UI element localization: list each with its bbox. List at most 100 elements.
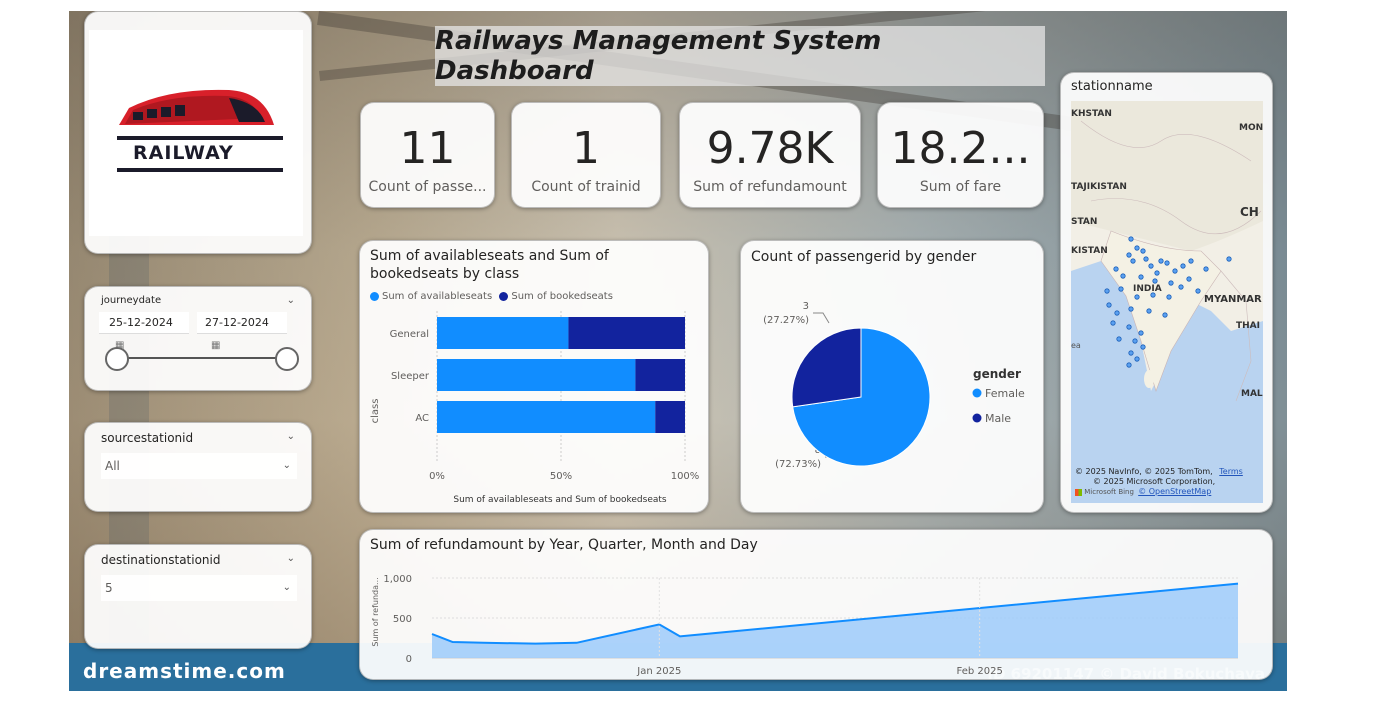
map-osm-link[interactable]: © OpenStreetMap: [1138, 487, 1211, 496]
dashboard-canvas: dreamstime.com ID 69201147 © David Bokuc…: [69, 11, 1287, 691]
map-station-marker[interactable]: [1128, 350, 1134, 356]
sourcestation-value: All: [105, 459, 120, 473]
map-station-marker[interactable]: [1104, 288, 1110, 294]
bar-xtick-label: 0%: [429, 471, 445, 482]
map-station-marker[interactable]: [1186, 276, 1192, 282]
map-station-marker[interactable]: [1146, 308, 1152, 314]
map-station-marker[interactable]: [1134, 245, 1140, 251]
journeydate-slicer: journeydate ⌄ 25-12-2024 ▦ 27-12-2024 ▦: [84, 286, 312, 391]
map-station-marker[interactable]: [1120, 273, 1126, 279]
logo-area: RAILWAY: [89, 30, 303, 236]
bar-availableseats[interactable]: [437, 359, 636, 391]
map-station-marker[interactable]: [1143, 256, 1149, 262]
pie-legend-male: Male: [985, 412, 1011, 425]
map-station-marker[interactable]: [1188, 258, 1194, 264]
bar-chart-plot: class Sum of availableseats and Sum of b…: [370, 311, 700, 505]
destinationstation-dropdown[interactable]: 5 ⌄: [101, 575, 297, 601]
map-station-marker[interactable]: [1106, 302, 1112, 308]
map-station-marker[interactable]: [1154, 270, 1160, 276]
map-station-marker[interactable]: [1126, 324, 1132, 330]
map-station-marker[interactable]: [1166, 294, 1172, 300]
area-xtick-label: Jan 2025: [636, 666, 681, 677]
area-ytick-0: 0: [406, 654, 412, 665]
pie-label-male-count: 3: [803, 301, 809, 312]
legend-male-marker: [972, 413, 982, 423]
bar-chart-xlabel: Sum of availableseats and Sum of bookeds…: [453, 495, 667, 505]
map-station-marker[interactable]: [1116, 336, 1122, 342]
bar-bookedseats[interactable]: [568, 317, 685, 349]
chevron-down-icon[interactable]: ⌄: [287, 553, 295, 567]
map-station-marker[interactable]: [1114, 310, 1120, 316]
bar-xtick-label: 100%: [671, 471, 700, 482]
map-station-marker[interactable]: [1158, 258, 1164, 264]
map-station-marker[interactable]: [1180, 263, 1186, 269]
map-view[interactable]: KHSTAN MON TAJIKISTAN CH STAN KISTAN IND…: [1071, 101, 1263, 503]
map-station-marker[interactable]: [1140, 248, 1146, 254]
journeydate-label: journeydate: [101, 295, 162, 306]
map-station-marker[interactable]: [1178, 284, 1184, 290]
map-station-marker[interactable]: [1110, 320, 1116, 326]
map-station-marker[interactable]: [1168, 280, 1174, 286]
map-card: stationname KHSTAN MON TAJIKISTAN CH STA…: [1060, 72, 1273, 513]
kpi-trainid-card: 1 Count of trainid: [511, 102, 661, 208]
map-station-marker[interactable]: [1138, 274, 1144, 280]
bar-category-label: Sleeper: [391, 371, 430, 382]
map-station-marker[interactable]: [1126, 362, 1132, 368]
destinationstation-value: 5: [105, 581, 113, 595]
map-station-marker[interactable]: [1113, 266, 1119, 272]
map-station-marker[interactable]: [1128, 236, 1134, 242]
map-station-marker[interactable]: [1152, 278, 1158, 284]
calendar-icon[interactable]: ▦: [211, 340, 220, 351]
map-station-marker[interactable]: [1148, 263, 1154, 269]
logo-text: RAILWAY: [133, 142, 234, 164]
map-station-marker[interactable]: [1140, 344, 1146, 350]
kpi-refund-card: 9.78K Sum of refundamount: [679, 102, 861, 208]
chevron-down-icon: ⌄: [282, 460, 291, 471]
pie-chart-plot: 3 (27.27%) 8 (72.73%) gender Female Male: [763, 301, 1025, 470]
watermark-site: dreamstime.com: [83, 659, 286, 683]
map-station-marker[interactable]: [1126, 252, 1132, 258]
chevron-down-icon[interactable]: ⌄: [287, 295, 295, 306]
bar-availableseats[interactable]: [437, 401, 656, 433]
bar-bookedseats[interactable]: [655, 401, 685, 433]
map-terms-link[interactable]: Terms: [1219, 467, 1243, 476]
map-station-marker[interactable]: [1226, 256, 1232, 262]
date-slider-end-handle[interactable]: [275, 347, 299, 371]
bar-bookedseats[interactable]: [635, 359, 685, 391]
map-bing-row: Microsoft Bing © OpenStreetMap: [1075, 487, 1211, 496]
map-station-marker[interactable]: [1134, 294, 1140, 300]
map-bing-label: Microsoft Bing: [1084, 488, 1134, 496]
sourcestation-dropdown[interactable]: All ⌄: [101, 453, 297, 479]
date-slider-start-handle[interactable]: [105, 347, 129, 371]
pie-leader-line: [813, 312, 830, 324]
pie-chart-card: Count of passengerid by gender 3 (27.27%…: [740, 240, 1044, 513]
chevron-down-icon[interactable]: ⌄: [287, 431, 295, 445]
map-attribution: © 2025 NavInfo, © 2025 TomTom, Terms: [1075, 467, 1243, 476]
kpi-refund-value: 9.78K: [706, 123, 834, 174]
map-station-marker[interactable]: [1162, 312, 1168, 318]
map-label-stan: STAN: [1071, 217, 1098, 227]
map-station-marker[interactable]: [1203, 266, 1209, 272]
date-slider-track[interactable]: [117, 357, 287, 359]
map-station-marker[interactable]: [1130, 258, 1136, 264]
bar-chart-ylabel: class: [370, 399, 381, 424]
map-station-marker[interactable]: [1118, 286, 1124, 292]
map-station-marker[interactable]: [1132, 338, 1138, 344]
map-label-ea: ea: [1071, 341, 1081, 350]
map-station-marker[interactable]: [1138, 330, 1144, 336]
sourcestation-label: sourcestationid: [101, 431, 194, 445]
pie-slice-male[interactable]: [791, 327, 862, 408]
map-station-marker[interactable]: [1128, 306, 1134, 312]
map-station-marker[interactable]: [1172, 268, 1178, 274]
area-xtick-label: Feb 2025: [956, 666, 1002, 677]
map-station-marker[interactable]: [1164, 260, 1170, 266]
map-label-khstan: KHSTAN: [1071, 109, 1112, 119]
map-station-marker[interactable]: [1134, 356, 1140, 362]
start-date-input[interactable]: 25-12-2024 ▦: [99, 312, 189, 351]
map-label-myanmar: MYANMAR: [1204, 294, 1262, 305]
train-logo-icon: [117, 89, 283, 172]
end-date-input[interactable]: 27-12-2024 ▦: [197, 312, 287, 351]
bar-availableseats[interactable]: [437, 317, 569, 349]
map-station-marker[interactable]: [1195, 288, 1201, 294]
kpi-passengers-value: 11: [399, 123, 456, 174]
